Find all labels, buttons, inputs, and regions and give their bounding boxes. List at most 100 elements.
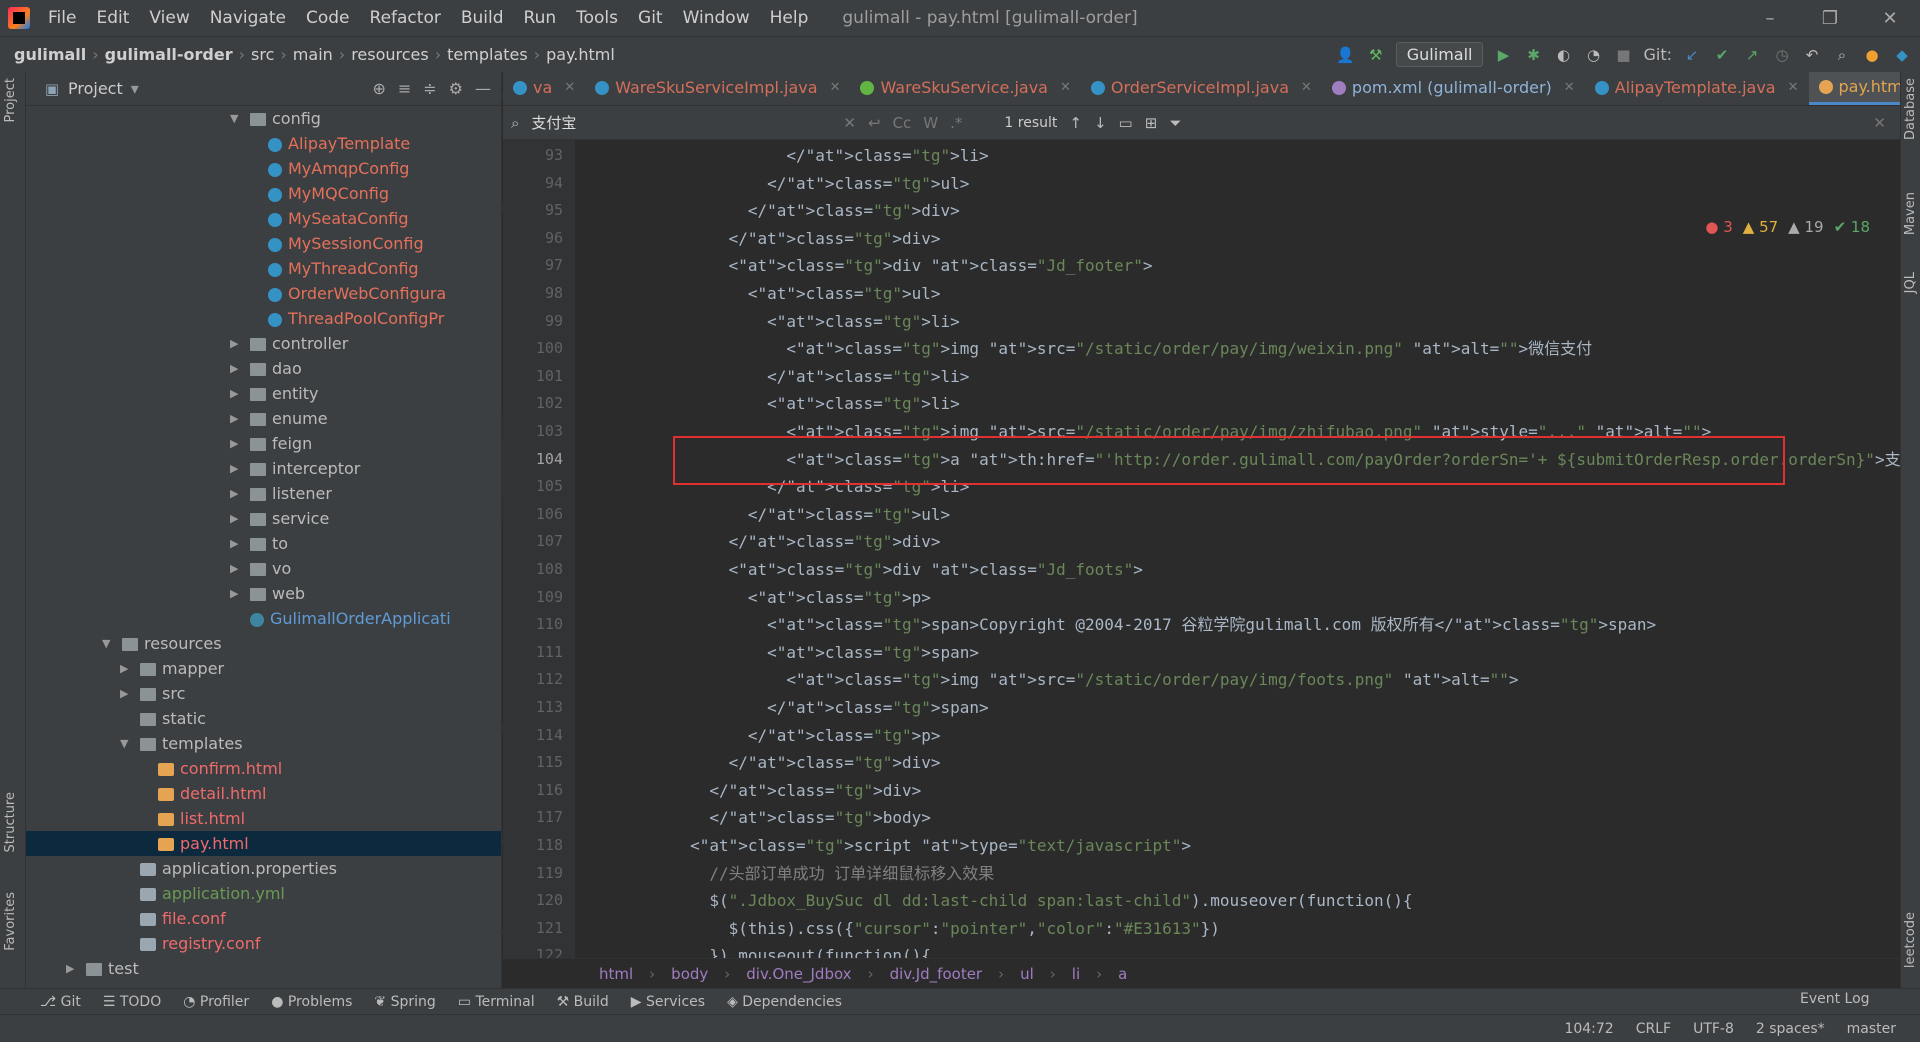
chevron-right-icon[interactable]: ▶ (230, 506, 238, 531)
run-config-select[interactable]: Gulimall (1395, 42, 1484, 67)
tree-folder[interactable]: ▶ feign (26, 431, 501, 456)
tree-file[interactable]: detail.html (26, 781, 501, 806)
chevron-right-icon[interactable]: ▶ (230, 331, 238, 356)
menu-item-view[interactable]: View (139, 0, 199, 36)
tree-file[interactable]: application.yml (26, 881, 501, 906)
tree-file[interactable]: MyMQConfig (26, 181, 501, 206)
hammer-icon[interactable]: ⚒ (1366, 45, 1386, 65)
git-commit-icon[interactable]: ✔ (1712, 45, 1732, 65)
select-all-icon[interactable]: ▭ (1119, 114, 1133, 132)
menu-item-tools[interactable]: Tools (566, 0, 628, 36)
editor-tab[interactable]: pom.xml (gulimall-order) ✕ (1322, 72, 1585, 105)
project-tool-button[interactable]: Project (3, 78, 18, 122)
chevron-right-icon[interactable]: ▶ (230, 456, 238, 481)
nav-crumb[interactable]: gulimall (8, 45, 92, 64)
chevron-right-icon[interactable]: ▶ (230, 556, 238, 581)
minimize-icon[interactable]: – (1740, 8, 1800, 29)
git-branch[interactable]: master (1847, 1021, 1896, 1037)
chevron-down-icon[interactable]: ▼ (120, 731, 128, 756)
database-tool-button[interactable]: Database (1903, 78, 1918, 140)
project-panel-title[interactable]: Project (68, 79, 123, 98)
menu-item-window[interactable]: Window (673, 0, 760, 36)
words-icon[interactable]: W (923, 114, 938, 132)
line-number-gutter[interactable]: 93 94 95 96 97 98 99 100 101 102 103 104 105 106 107 10… (503, 140, 575, 960)
tree-file[interactable]: GulimallOrderApplicati (26, 606, 501, 631)
tree-folder[interactable]: ▶ interceptor (26, 456, 501, 481)
file-encoding[interactable]: UTF-8 (1693, 1021, 1734, 1037)
tree-folder[interactable]: ▶ src (26, 681, 501, 706)
tree-file[interactable]: application.properties (26, 856, 501, 881)
chevron-right-icon[interactable]: ▶ (230, 381, 238, 406)
git-update-icon[interactable]: ↙ (1682, 45, 1702, 65)
tree-folder[interactable]: ▶ web (26, 581, 501, 606)
nav-crumb[interactable]: main (287, 45, 339, 64)
update-icon[interactable]: ● (1862, 45, 1882, 65)
tool-window-services[interactable]: ▶ Services (631, 994, 705, 1010)
user-icon[interactable]: 👤 (1336, 45, 1356, 65)
editor-tab[interactable]: va ✕ (503, 72, 585, 105)
nav-crumb[interactable]: resources (345, 45, 435, 64)
close-tab-icon[interactable]: ✕ (1788, 72, 1799, 105)
tree-folder[interactable]: ▶ mapper (26, 656, 501, 681)
breadcrumb-item[interactable]: div.One_Jdbox (746, 965, 851, 983)
chevron-right-icon[interactable]: ▶ (230, 531, 238, 556)
chevron-right-icon[interactable]: ▶ (66, 956, 74, 981)
filter-icon[interactable]: ⏷ (1169, 114, 1181, 132)
tree-file[interactable]: MyAmqpConfig (26, 156, 501, 181)
editor-tab[interactable]: AlipayTemplate.java ✕ (1585, 72, 1809, 105)
nav-crumb[interactable]: gulimall-order (99, 45, 239, 64)
tree-folder[interactable]: static (26, 706, 501, 731)
tree-folder[interactable]: ▶ test (26, 956, 501, 981)
expand-all-icon[interactable]: ≡ (398, 79, 411, 98)
tree-folder[interactable]: ▼ templates (26, 731, 501, 756)
tree-folder[interactable]: ▼ config (26, 106, 501, 131)
tree-folder[interactable]: ▶ dao (26, 356, 501, 381)
search-everywhere-icon[interactable]: ⌕ (1832, 45, 1852, 65)
tree-file[interactable]: AlipayTemplate (26, 131, 501, 156)
tree-file[interactable]: MyThreadConfig (26, 256, 501, 281)
collapse-all-icon[interactable]: ≑ (423, 79, 436, 98)
tree-folder[interactable]: ▶ controller (26, 331, 501, 356)
tool-window-build[interactable]: ⚒ Build (557, 994, 609, 1010)
history-icon[interactable]: ◷ (1772, 45, 1792, 65)
tool-window-git[interactable]: ⎇ Git (40, 994, 81, 1010)
tree-folder[interactable]: ▶ listener (26, 481, 501, 506)
close-icon[interactable]: ✕ (1860, 8, 1920, 29)
tree-file[interactable]: MySeataConfig (26, 206, 501, 231)
chevron-right-icon[interactable]: ▶ (230, 581, 238, 606)
tree-file[interactable]: list.html (26, 806, 501, 831)
tree-folder[interactable]: ▶ vo (26, 556, 501, 581)
coverage-icon[interactable]: ◐ (1553, 45, 1573, 65)
editor-tab[interactable]: WareSkuServiceImpl.java ✕ (585, 72, 850, 105)
match-case-icon[interactable]: Cc (893, 114, 912, 132)
close-tab-icon[interactable]: ✕ (1301, 72, 1312, 105)
clear-icon[interactable]: ✕ (843, 114, 856, 132)
chevron-right-icon[interactable]: ▶ (230, 431, 238, 456)
event-log-button[interactable]: Event Log (1800, 991, 1870, 1007)
tool-window-profiler[interactable]: ◔ Profiler (183, 994, 249, 1010)
favorites-tool-button[interactable]: Favorites (3, 892, 18, 951)
next-occurrence-icon[interactable]: ↓ (1094, 114, 1107, 132)
close-search-icon[interactable]: ✕ (1873, 114, 1886, 132)
menu-item-navigate[interactable]: Navigate (200, 0, 296, 36)
tree-file[interactable]: registry.conf (26, 931, 501, 956)
breadcrumb-item[interactable]: li (1072, 965, 1080, 983)
regex-icon[interactable]: .* (950, 114, 962, 132)
chevron-down-icon[interactable]: ▼ (102, 631, 110, 656)
menu-item-build[interactable]: Build (451, 0, 514, 36)
breadcrumb-item[interactable]: ul (1020, 965, 1034, 983)
plugin-icon[interactable]: ◆ (1892, 45, 1912, 65)
debug-icon[interactable]: ✱ (1523, 45, 1543, 65)
menu-item-git[interactable]: Git (628, 0, 673, 36)
chevron-right-icon[interactable]: ▶ (230, 406, 238, 431)
chevron-right-icon[interactable]: ▶ (120, 656, 128, 681)
tree-file[interactable]: OrderWebConfigura (26, 281, 501, 306)
tree-folder[interactable]: ▶ service (26, 506, 501, 531)
menu-item-code[interactable]: Code (296, 0, 360, 36)
tree-file[interactable]: pay.html (26, 831, 501, 856)
tool-window-todo[interactable]: ☰ TODO (103, 994, 161, 1010)
menu-item-file[interactable]: File (38, 0, 86, 36)
tree-file[interactable]: confirm.html (26, 756, 501, 781)
tree-folder[interactable]: ▶ enume (26, 406, 501, 431)
leetcode-tool-button[interactable]: leetcode (1903, 912, 1918, 968)
